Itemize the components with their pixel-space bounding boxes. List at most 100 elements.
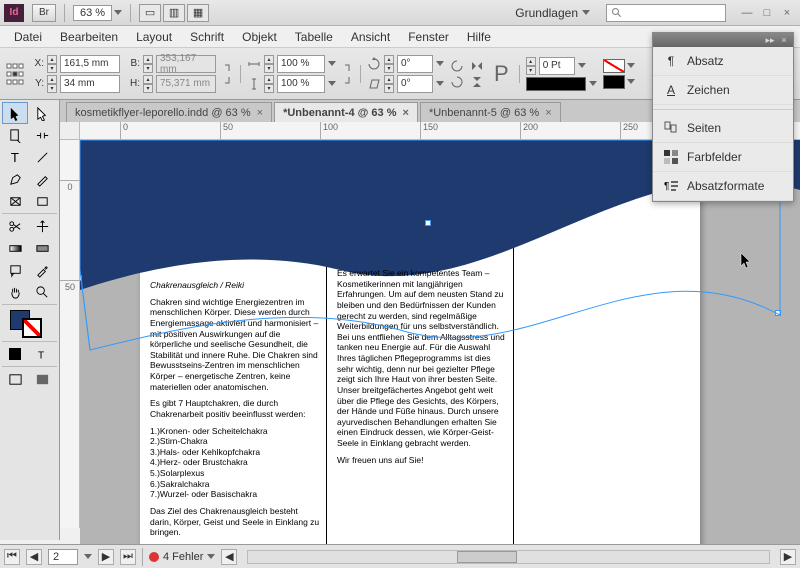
note-tool[interactable] — [2, 259, 28, 281]
selection-tool[interactable] — [2, 102, 28, 124]
rectangle-tool[interactable] — [30, 190, 56, 212]
ruler-origin[interactable] — [60, 122, 80, 140]
search-input[interactable] — [606, 4, 726, 22]
gap-tool[interactable] — [30, 124, 56, 146]
line-tool[interactable] — [30, 146, 56, 168]
close-button[interactable]: × — [778, 6, 796, 20]
scroll-right-button[interactable]: ▶ — [780, 549, 796, 565]
doc-tab[interactable]: *Unbenannt-5 @ 63 %× — [420, 102, 561, 122]
h-label: H: — [126, 78, 140, 89]
search-icon — [611, 7, 623, 19]
view-mode-button[interactable]: ▭ — [139, 4, 161, 22]
arrange-button[interactable]: ▦ — [187, 4, 209, 22]
workspace-dropdown[interactable]: Grundlagen — [507, 4, 598, 22]
svg-text:T: T — [38, 350, 45, 361]
ruler-vertical[interactable]: 0 50 — [60, 140, 80, 528]
x-input[interactable]: 161,5 mm — [60, 55, 120, 73]
flip-h-icon[interactable] — [470, 59, 484, 73]
menu-ansicht[interactable]: Ansicht — [351, 30, 390, 44]
svg-text:T: T — [10, 150, 18, 165]
screen-mode-button[interactable]: ▥ — [163, 4, 185, 22]
maximize-button[interactable]: □ — [758, 6, 776, 20]
flip-v-icon[interactable] — [470, 75, 484, 89]
hand-tool[interactable] — [2, 281, 28, 303]
height-input[interactable]: 75,371 mm — [156, 75, 216, 93]
doc-tab[interactable]: *Unbenannt-4 @ 63 %× — [274, 102, 418, 122]
minimize-button[interactable]: — — [738, 6, 756, 20]
last-page-button[interactable]: ⏭ — [120, 549, 136, 565]
next-page-button[interactable]: ▶ — [98, 549, 114, 565]
rotate-cw-icon[interactable] — [450, 75, 464, 89]
scale-x-input[interactable]: 100 % — [277, 55, 325, 73]
panel-absatz[interactable]: ¶ Absatz — [653, 47, 793, 76]
prev-page-button[interactable]: ◀ — [26, 549, 42, 565]
constrain-scale-icon[interactable] — [342, 59, 354, 89]
color-wells[interactable] — [2, 306, 57, 340]
stroke-color-icon[interactable] — [22, 318, 42, 338]
close-tab-icon[interactable]: × — [545, 107, 551, 119]
apply-color-button[interactable] — [2, 343, 28, 365]
text: 1.)Kronen- oder Scheitelchakra 2.)Stirn-… — [150, 426, 320, 500]
page-tool[interactable] — [2, 124, 28, 146]
close-tab-icon[interactable]: × — [403, 107, 409, 119]
menu-layout[interactable]: Layout — [136, 30, 172, 44]
scissors-tool[interactable] — [2, 215, 28, 237]
fill-swatch[interactable] — [603, 59, 625, 73]
y-input[interactable]: 34 mm — [60, 75, 120, 93]
close-tab-icon[interactable]: × — [257, 107, 263, 119]
menu-tabelle[interactable]: Tabelle — [295, 30, 333, 44]
panel-collapse-icon[interactable]: ▸▸ — [765, 35, 775, 45]
eyedropper-tool[interactable] — [30, 259, 56, 281]
bridge-button[interactable]: Br — [32, 4, 56, 22]
scroll-left-button[interactable]: ◀ — [221, 549, 237, 565]
width-input[interactable]: 353,167 mm — [156, 55, 216, 73]
paragraph-styles-icon: ¶ — [663, 178, 679, 194]
svg-text:¶: ¶ — [664, 181, 669, 192]
stroke-input[interactable]: 0 Pt — [539, 57, 575, 75]
preflight-status[interactable]: 4 Fehler — [149, 551, 215, 563]
shear-input[interactable]: 0° — [397, 75, 433, 93]
direct-selection-tool[interactable] — [30, 102, 56, 124]
gradient-swatch-tool[interactable] — [2, 237, 28, 259]
view-mode-normal[interactable] — [2, 368, 28, 390]
transform-tool[interactable] — [30, 215, 56, 237]
menu-schrift[interactable]: Schrift — [190, 30, 224, 44]
view-mode-preview[interactable] — [30, 368, 56, 390]
rotate-ccw-icon[interactable] — [450, 59, 464, 73]
menu-datei[interactable]: Datei — [14, 30, 42, 44]
scale-y-input[interactable]: 100 % — [277, 75, 325, 93]
menu-fenster[interactable]: Fenster — [408, 30, 449, 44]
status-bar: ⏮ ◀ 2 ▶ ⏭ 4 Fehler ◀ ▶ — [0, 544, 800, 568]
doc-tab[interactable]: kosmetikflyer-leporello.indd @ 63 %× — [66, 102, 272, 122]
stroke-swatch[interactable] — [603, 75, 625, 89]
panel-seiten[interactable]: Seiten — [653, 109, 793, 143]
h-scrollbar[interactable] — [247, 550, 770, 564]
first-page-button[interactable]: ⏮ — [4, 549, 20, 565]
y-label: Y: — [30, 78, 44, 89]
gradient-feather-tool[interactable] — [30, 237, 56, 259]
menu-objekt[interactable]: Objekt — [242, 30, 277, 44]
panel-zeichen[interactable]: A Zeichen — [653, 76, 793, 105]
menu-bearbeiten[interactable]: Bearbeiten — [60, 30, 118, 44]
panel-farbfelder[interactable]: Farbfelder — [653, 143, 793, 172]
panel-absatzformate[interactable]: ¶ Absatzformate — [653, 172, 793, 201]
pen-tool[interactable] — [2, 168, 28, 190]
stroke-style-dropdown[interactable] — [526, 77, 586, 91]
zoom-dropdown[interactable]: 63 % — [73, 5, 122, 21]
rectangle-frame-tool[interactable] — [2, 190, 28, 212]
rotate-input[interactable]: 0° — [397, 55, 433, 73]
format-container-button[interactable]: T — [30, 343, 56, 365]
reference-point-icon[interactable] — [6, 59, 24, 89]
menu-hilfe[interactable]: Hilfe — [467, 30, 491, 44]
character-p-icon: P — [494, 61, 509, 87]
type-tool[interactable]: T — [2, 146, 28, 168]
panel-close-icon[interactable]: × — [779, 35, 789, 45]
character-icon: A — [663, 82, 679, 98]
pencil-tool[interactable] — [30, 168, 56, 190]
scale-x-icon — [247, 57, 261, 71]
constrain-wh-icon[interactable] — [222, 59, 234, 89]
cursor-icon — [740, 252, 754, 270]
x-label: X: — [30, 58, 44, 69]
page-number-input[interactable]: 2 — [48, 549, 78, 565]
zoom-tool[interactable] — [30, 281, 56, 303]
